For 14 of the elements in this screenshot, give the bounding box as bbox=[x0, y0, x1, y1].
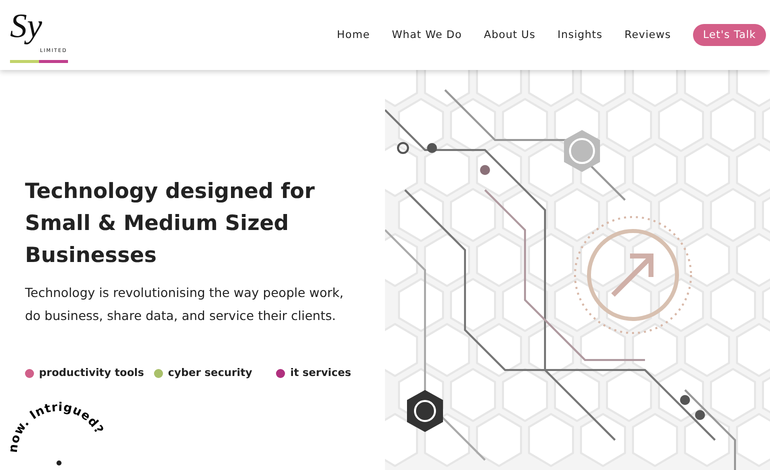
tag-label: it services bbox=[290, 367, 352, 379]
hero-heading: Technology designed for Small & Medium Sized Businesses bbox=[25, 178, 315, 269]
badge-center-dot bbox=[56, 460, 62, 466]
nav-link[interactable]: Insights bbox=[557, 29, 603, 41]
lets-talk-button[interactable]: Let's Talk bbox=[692, 24, 766, 46]
hero-text: Technology is revolutionising the way people work, do business, share data, and service their clients. bbox=[25, 284, 344, 325]
nav-link[interactable]: About Us bbox=[484, 29, 536, 41]
tag-label: productivity tools bbox=[39, 367, 144, 379]
logo-stripe-icon bbox=[10, 60, 68, 63]
tag-label: cyber security bbox=[168, 367, 252, 379]
nav-link[interactable]: Reviews bbox=[624, 29, 671, 41]
logo-monogram: Sy bbox=[10, 7, 42, 47]
nav-link[interactable]: Home bbox=[336, 29, 370, 41]
nav-link[interactable]: What We Do bbox=[392, 29, 462, 41]
